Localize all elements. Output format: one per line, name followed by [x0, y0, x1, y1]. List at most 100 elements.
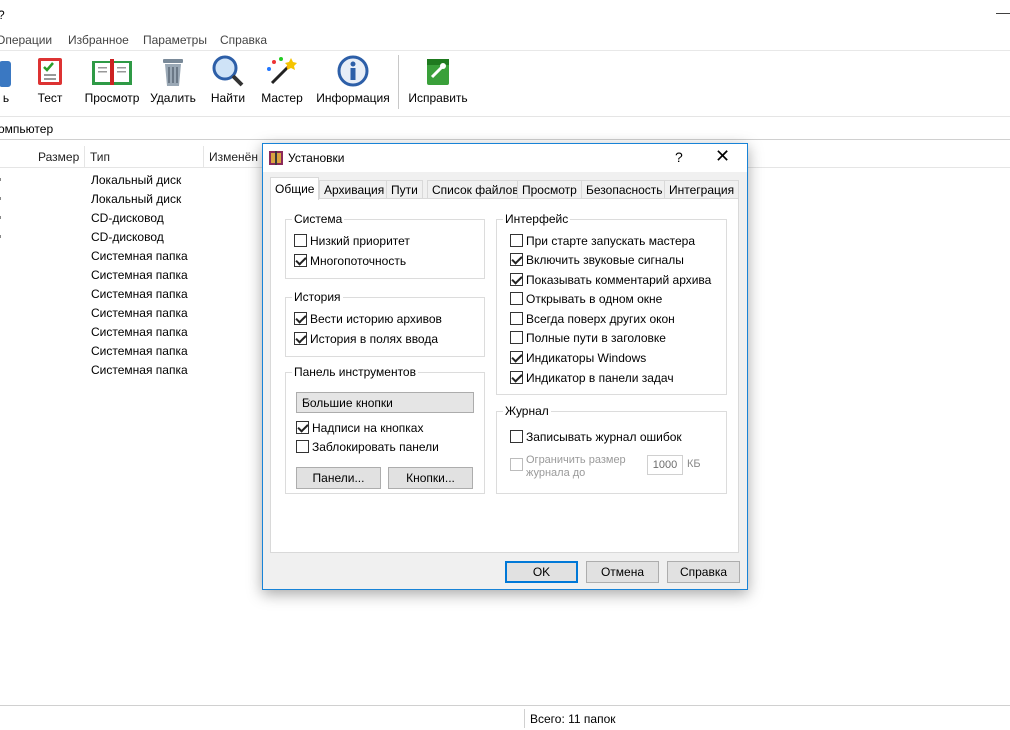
checkbox-label: Ограничить размер журнала до [526, 454, 626, 480]
toolbar-test-button[interactable]: Тест [30, 55, 70, 113]
toolbar-wizard-button[interactable]: Мастер [260, 55, 304, 113]
checkbox-box[interactable] [510, 234, 523, 247]
panels-button[interactable]: Панели... [296, 467, 381, 489]
checkbox-label: История в полях ввода [310, 332, 439, 346]
dialog-close-button[interactable]: ✕ [715, 147, 730, 165]
checkbox-box[interactable] [510, 430, 523, 443]
column-type[interactable]: Тип [90, 150, 110, 164]
checkbox-label: Открывать в одном окне [526, 292, 663, 306]
menu-favorites[interactable]: Избранное [68, 33, 129, 47]
tab-archiving[interactable]: Архивация [319, 180, 390, 199]
list-item[interactable]: Системная папка [0, 247, 260, 266]
file-type: Локальный диск [91, 173, 182, 187]
settings-dialog: Установки ? ✕ Общие Архивация Пути Списо… [262, 143, 748, 590]
menu-operations[interactable]: Операции [0, 33, 52, 47]
toolbar-view-button[interactable]: Просмотр [82, 55, 142, 113]
list-item[interactable]: Системная папка [0, 323, 260, 342]
winrar-icon [269, 151, 283, 165]
file-type: Системная папка [91, 287, 188, 301]
checkbox-box[interactable] [510, 351, 523, 364]
toolbar-label-view: Просмотр [84, 91, 140, 105]
column-divider[interactable] [203, 146, 204, 168]
toolbar-label-partial: ь [2, 91, 10, 105]
list-item[interactable]: CD-дисковод [0, 228, 260, 247]
checkbox-box[interactable] [510, 273, 523, 286]
chevron-down-icon: ⌵ [302, 395, 311, 407]
status-divider [524, 709, 525, 728]
list-item[interactable]: Системная папка [0, 342, 260, 361]
tab-viewer[interactable]: Просмотр [517, 180, 582, 199]
toolbar-label-find: Найти [210, 91, 246, 105]
partial-icon [0, 61, 11, 87]
checkbox-label: Всегда поверх других окон [526, 312, 675, 326]
list-item[interactable]: Локальный диск [0, 190, 260, 209]
magnifier-icon [212, 55, 244, 87]
tab-integration[interactable]: Интеграция [664, 180, 740, 199]
help-button[interactable]: Справка [667, 561, 740, 583]
checkbox-box[interactable] [294, 254, 307, 267]
group-log: Журнал Записывать журнал ошибок Ограничи… [496, 404, 727, 494]
group-system-title: Система [292, 212, 345, 226]
checkbox-box[interactable] [296, 440, 309, 453]
toolbar-label-wizard: Мастер [261, 91, 303, 105]
toolbar-separator [398, 55, 399, 109]
checkbox-box[interactable] [294, 312, 307, 325]
group-log-title: Журнал [503, 404, 551, 418]
checkbox-box[interactable] [510, 292, 523, 305]
list-item[interactable]: Локальный диск [0, 171, 260, 190]
dialog-title: Установки [288, 151, 345, 165]
column-size[interactable]: Размер [38, 150, 79, 164]
checkbox-box[interactable] [510, 331, 523, 344]
limit-label-line2: журнала до [526, 467, 586, 479]
list-item[interactable]: CD-дисковод [0, 209, 260, 228]
file-type: Системная папка [91, 363, 188, 377]
menu-bar: Операции Избранное Параметры Справка [0, 31, 1010, 51]
tab-security[interactable]: Безопасность [581, 180, 668, 199]
tab-general[interactable]: Общие [270, 177, 320, 200]
toolbar-find-button[interactable]: Найти [207, 55, 249, 113]
checkbox-box[interactable] [510, 371, 523, 384]
file-type: Системная папка [91, 325, 188, 339]
checkbox-box[interactable] [510, 253, 523, 266]
dialog-title-bar[interactable]: Установки ? ✕ [263, 144, 747, 172]
list-item[interactable]: Системная папка [0, 266, 260, 285]
toolbar-size-select[interactable]: Большие кнопки ⌵ [296, 392, 474, 413]
tab-file-list[interactable]: Список файлов [427, 180, 524, 199]
list-item[interactable]: Системная папка [0, 361, 260, 380]
cancel-button[interactable]: Отмена [586, 561, 659, 583]
file-type: Системная папка [91, 344, 188, 358]
minimize-button[interactable]: — [996, 4, 1010, 20]
checkbox-label: Показывать комментарий архива [526, 273, 712, 287]
checkbox-box[interactable] [510, 312, 523, 325]
group-interface: Интерфейс При старте запускать мастера В… [496, 212, 727, 395]
toolbar-button-partial[interactable]: ь [0, 55, 18, 113]
checkbox-box[interactable] [294, 234, 307, 247]
menu-help[interactable]: Справка [220, 33, 267, 47]
list-item[interactable]: Системная папка [0, 304, 260, 323]
menu-options[interactable]: Параметры [143, 33, 207, 47]
checkbox-label: Заблокировать панели [312, 440, 439, 454]
toolbar-repair-button[interactable]: Исправить [406, 55, 470, 113]
log-size-input: 1000 [647, 455, 683, 475]
toolbar-info-button[interactable]: Информация [314, 55, 392, 113]
checkbox-box[interactable] [296, 421, 309, 434]
checkbox-box[interactable] [294, 332, 307, 345]
ok-button[interactable]: OK [505, 561, 578, 583]
tab-panel-general: Система Низкий приоритет Многопоточность… [270, 198, 739, 553]
column-divider[interactable] [84, 146, 85, 168]
column-modified[interactable]: Изменён [209, 150, 258, 164]
tab-paths[interactable]: Пути [386, 180, 423, 199]
test-icon [38, 58, 62, 85]
file-type: Локальный диск [91, 192, 182, 206]
buttons-button[interactable]: Кнопки... [388, 467, 473, 489]
dialog-help-button[interactable]: ? [675, 149, 683, 165]
repair-icon [427, 59, 449, 85]
list-item[interactable]: Системная папка [0, 285, 260, 304]
group-interface-title: Интерфейс [503, 212, 571, 226]
trash-icon [163, 59, 183, 86]
toolbar-label-repair: Исправить [408, 91, 468, 105]
toolbar-label-delete: Удалить [150, 91, 196, 105]
address-bar[interactable]: омпьютер [0, 118, 1010, 140]
toolbar-delete-button[interactable]: Удалить [149, 55, 197, 113]
checkbox-label: Полные пути в заголовке [526, 331, 666, 345]
